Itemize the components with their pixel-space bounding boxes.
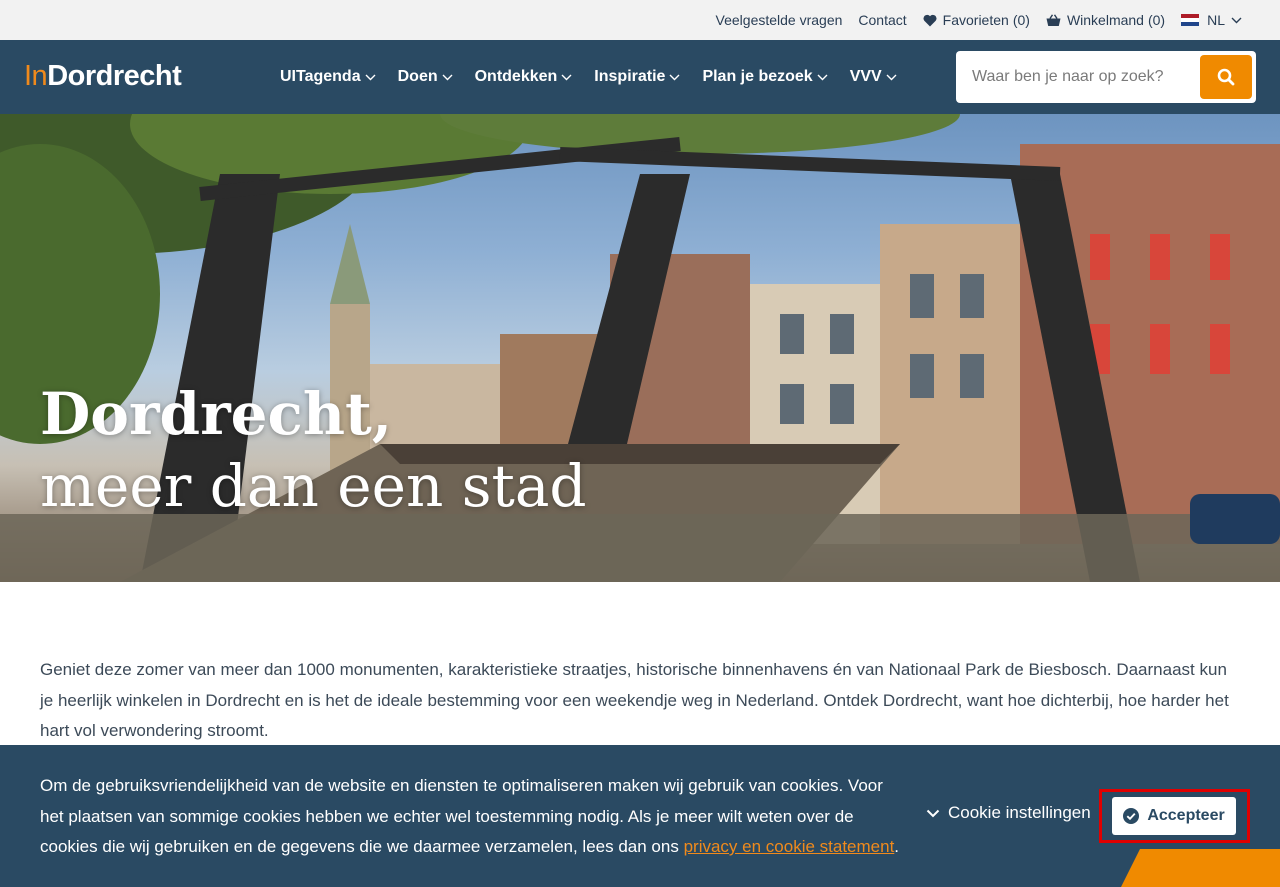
favorites-label: Favorieten [942, 12, 1009, 28]
cart-label: Winkelmand [1066, 12, 1144, 28]
nav-item-label: VVV [849, 68, 882, 85]
chevron-down-icon [365, 74, 376, 80]
basket-icon [1046, 13, 1061, 26]
site-logo[interactable]: InDordrecht [24, 60, 182, 93]
hero-title: Dordrecht, meer dan een stad [40, 378, 587, 522]
search-input[interactable] [956, 57, 1196, 97]
privacy-statement-link[interactable]: privacy en cookie statement [684, 837, 895, 856]
nav-item-label: Inspiratie [594, 68, 666, 85]
nl-flag-icon [1181, 13, 1200, 27]
chevron-down-icon [561, 74, 572, 80]
favorites-count: (0) [1012, 12, 1030, 28]
accept-button[interactable]: Accepteer [1112, 797, 1236, 835]
cart-count: (0) [1147, 12, 1166, 28]
search-box [956, 51, 1256, 103]
faq-link[interactable]: Veelgestelde vragen [716, 12, 843, 28]
cookie-text: Om de gebruiksvriendelijkheid van de web… [40, 771, 900, 863]
language-selector[interactable]: NL [1181, 12, 1242, 28]
nav-item-label: UITagenda [280, 68, 361, 85]
chevron-down-icon [442, 74, 453, 80]
chevron-down-icon [886, 74, 897, 80]
nav-item-ontdekken[interactable]: Ontdekken [465, 68, 585, 86]
chevron-down-icon [817, 74, 828, 80]
top-utility-bar: Veelgestelde vragen Contact Favorieten (… [0, 0, 1280, 40]
nav-item-inspiratie[interactable]: Inspiratie [584, 68, 692, 86]
nav-item-label: Ontdekken [474, 68, 558, 85]
cart-link[interactable]: Winkelmand (0) [1046, 12, 1165, 28]
nav-item-plan-je-bezoek[interactable]: Plan je bezoek [692, 68, 839, 86]
cookie-settings-label: Cookie instellingen [948, 803, 1091, 822]
intro-text: Geniet deze zomer van meer dan 1000 monu… [40, 660, 1229, 740]
hero-banner: Dordrecht, meer dan een stad [0, 114, 1280, 582]
nav-item-doen[interactable]: Doen [388, 68, 465, 86]
nav-item-label: Plan je bezoek [702, 68, 813, 85]
logo-name: Dordrecht [47, 60, 182, 92]
chevron-down-icon [1231, 17, 1242, 23]
nav-menu: UITagenda Doen Ontdekken Inspiratie Plan… [270, 40, 909, 114]
cookie-banner: Om de gebruiksvriendelijkheid van de web… [0, 745, 1280, 887]
favorites-link[interactable]: Favorieten (0) [923, 12, 1030, 28]
heart-icon [923, 14, 937, 26]
nav-item-vvv[interactable]: VVV [840, 68, 909, 86]
language-code: NL [1207, 12, 1225, 28]
check-circle-icon [1123, 808, 1140, 824]
accept-label: Accepteer [1147, 807, 1225, 824]
logo-prefix: In [24, 60, 48, 92]
orange-corner-decoration [1110, 849, 1280, 887]
nav-item-uitagenda[interactable]: UITagenda [270, 68, 388, 86]
hero-title-line1: Dordrecht, [40, 380, 393, 448]
chevron-down-icon [926, 809, 940, 817]
nav-item-label: Doen [397, 68, 438, 85]
search-icon [1217, 68, 1235, 86]
hero-title-line2: meer dan een stad [40, 452, 587, 520]
cookie-period: . [894, 837, 900, 856]
search-button[interactable] [1200, 55, 1252, 99]
main-navigation: InDordrecht UITagenda Doen Ontdekken Ins… [0, 40, 1280, 114]
contact-link[interactable]: Contact [858, 12, 906, 28]
cookie-settings-toggle[interactable]: Cookie instellingen [926, 803, 1091, 823]
chevron-down-icon [669, 74, 680, 80]
